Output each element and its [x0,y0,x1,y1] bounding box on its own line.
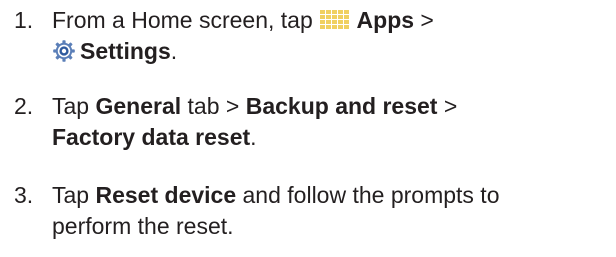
apps-label: Apps [356,7,415,33]
step-text: Tap Reset device and follow the prompts … [52,180,608,242]
backup-reset-label: Backup and reset [245,93,438,119]
settings-label: Settings [80,38,171,64]
step-text-plain: tab > [181,93,246,119]
step-line: Settings. [52,36,608,67]
step-line: Tap Reset device and follow the prompts … [52,180,608,211]
step-line: Tap General tab > Backup and reset > [52,91,608,122]
step-3: 3. Tap Reset device and follow the promp… [14,180,608,242]
apps-grid-icon [320,10,350,29]
general-tab-label: General [95,93,182,119]
step-1: 1. From a Home screen, tap Apps > Settin… [14,5,608,67]
factory-reset-label: Factory data reset [52,124,251,150]
step-text: Tap General tab > Backup and reset > Fac… [52,91,608,153]
step-text-plain: > [437,93,458,119]
step-text-plain: and follow the prompts to [236,182,500,208]
step-line: From a Home screen, tap Apps > [52,5,608,36]
step-number: 1. [14,7,34,33]
step-line: perform the reset. [52,211,608,242]
step-2: 2. Tap General tab > Backup and reset > … [14,91,608,153]
step-text-plain: . [170,38,178,64]
step-text-plain: From a Home screen, tap [52,7,320,33]
step-text: From a Home screen, tap Apps > Settings. [52,5,608,67]
step-text-plain: Tap [52,93,96,119]
gear-icon [53,40,75,62]
step-number: 2. [14,93,34,119]
reset-device-label: Reset device [95,182,237,208]
step-number: 3. [14,182,34,208]
step-line: Factory data reset. [52,122,608,153]
step-text-plain: perform the reset. [52,213,234,239]
step-text-plain: Tap [52,182,96,208]
step-text-plain: > [414,7,434,33]
step-text-plain: . [250,124,257,150]
